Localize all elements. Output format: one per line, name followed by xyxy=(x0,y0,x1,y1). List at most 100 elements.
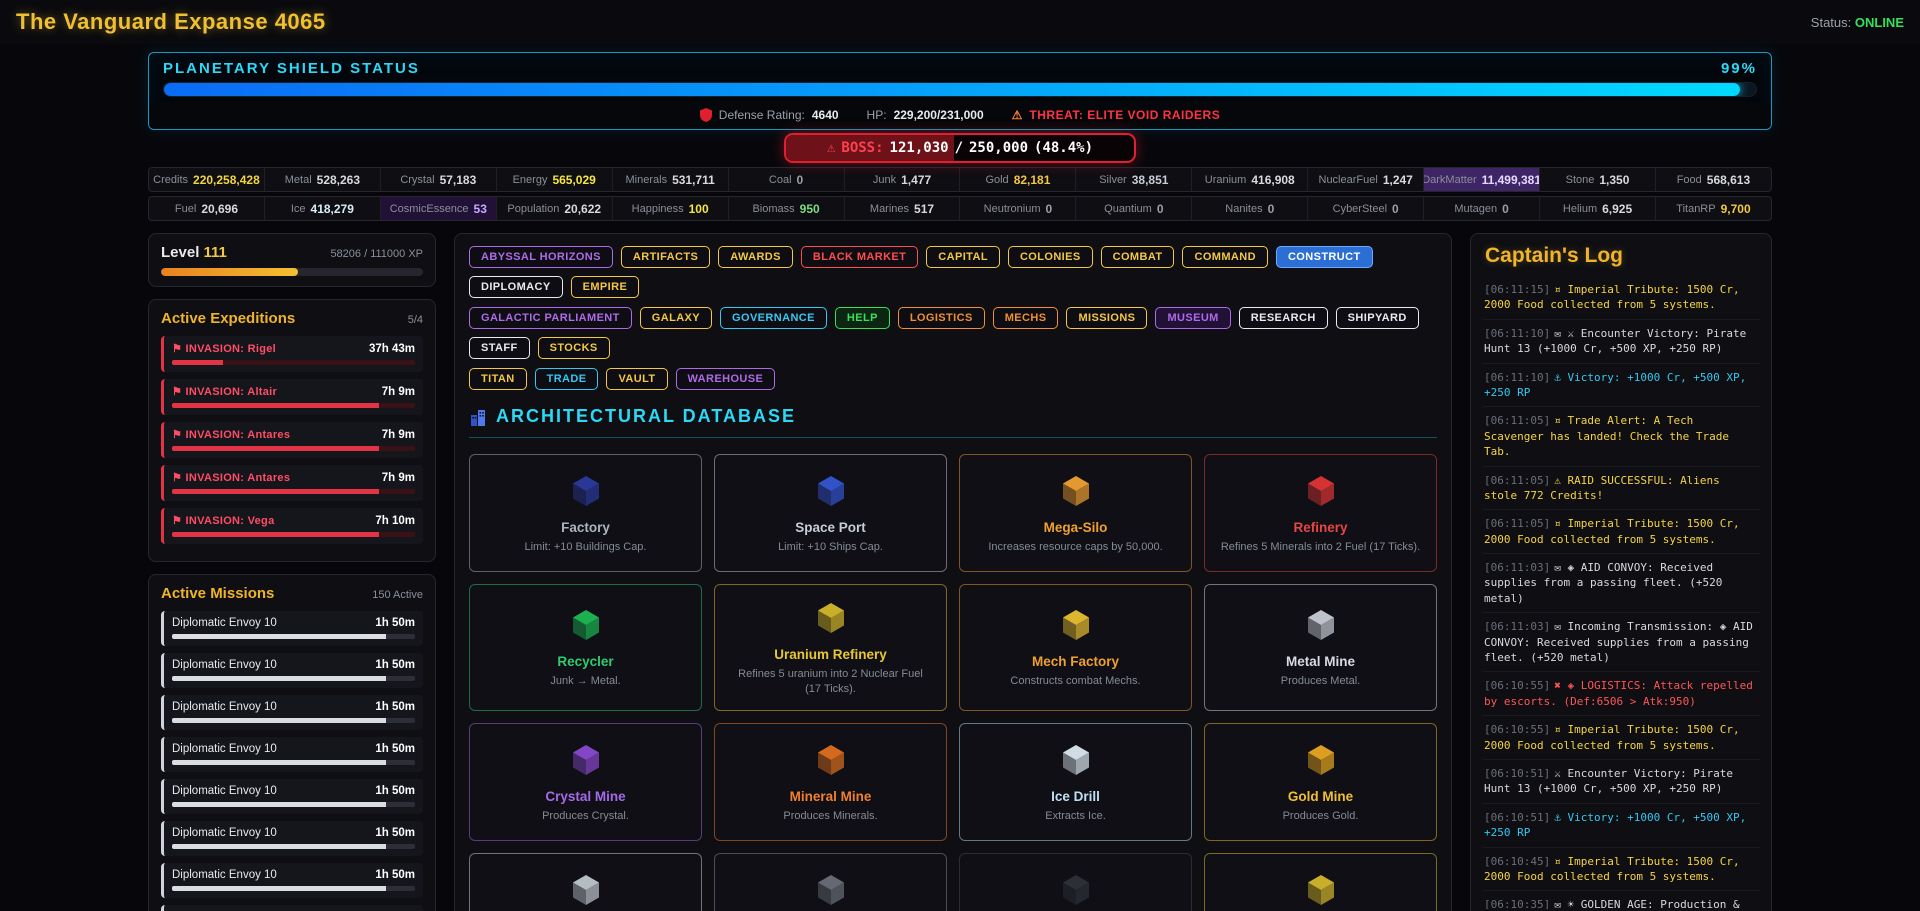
resource-label: Helium xyxy=(1563,203,1597,215)
resource-chip: TitanRP 9,700 xyxy=(1656,197,1771,220)
building-card[interactable]: Crystal Mine Produces Crystal. xyxy=(469,723,702,841)
building-card[interactable]: Metal Mine Produces Metal. xyxy=(1204,584,1437,711)
resource-label: Happiness xyxy=(632,203,684,215)
defense-shield-icon xyxy=(700,108,712,122)
building-card[interactable]: Refinery Refines 5 Minerals into 2 Fuel … xyxy=(1204,454,1437,572)
resource-label: Junk xyxy=(873,174,896,186)
nav-tab[interactable]: RESEARCH xyxy=(1239,307,1328,329)
expedition-progress-bar xyxy=(172,489,415,494)
nav-tab[interactable]: TITAN xyxy=(469,368,527,390)
nav-tab[interactable]: CAPITAL xyxy=(926,246,1000,268)
building-card[interactable]: Mech Factory Constructs combat Mechs. xyxy=(959,584,1192,711)
mission-name: Diplomatic Envoy 10 xyxy=(172,785,277,797)
mission-progress-fill xyxy=(172,676,386,681)
resource-chip: Mutagen 0 xyxy=(1424,197,1540,220)
xp-counter: 58206 / 111000 XP xyxy=(330,248,423,260)
app-title: The Vanguard Expanse 4065 xyxy=(16,9,326,35)
building-card[interactable]: Mega-Silo Increases resource caps by 50,… xyxy=(959,454,1192,572)
building-card[interactable]: Ice Drill Extracts Ice. xyxy=(959,723,1192,841)
building-card[interactable]: Silver Mine Produces Silver. xyxy=(469,853,702,911)
resource-chip: DarkMatter 11,499,381 xyxy=(1424,168,1540,191)
building-card[interactable]: Stone Mine Produces Stone. xyxy=(714,853,947,911)
nav-tab[interactable]: LOGISTICS xyxy=(898,307,985,329)
mission-item: Diplomatic Envoy 10 1h 50m xyxy=(161,611,423,646)
mission-progress-fill xyxy=(172,886,386,891)
nav-tab[interactable]: BLACK MARKET xyxy=(801,246,918,268)
building-card[interactable]: Factory Limit: +10 Buildings Cap. xyxy=(469,454,702,572)
building-name: Mega-Silo xyxy=(1044,520,1108,535)
missions-list: Diplomatic Envoy 10 1h 50m Diplomatic En… xyxy=(161,611,423,911)
building-card[interactable]: Coal Mine Produces Coal. xyxy=(959,853,1192,911)
nav-tab[interactable]: COMBAT xyxy=(1101,246,1175,268)
mission-progress-fill xyxy=(172,634,386,639)
building-card[interactable]: Space Port Limit: +10 Ships Cap. xyxy=(714,454,947,572)
nav-tab[interactable]: MUSEUM xyxy=(1155,307,1230,329)
mission-progress-bar xyxy=(172,802,415,807)
mission-time: 1h 50m xyxy=(375,785,415,797)
log-entry: [06:11:15]¤ Imperial Tribute: 1500 Cr, 2… xyxy=(1483,276,1760,320)
captains-log-list[interactable]: [06:11:15]¤ Imperial Tribute: 1500 Cr, 2… xyxy=(1483,276,1766,909)
nav-tab[interactable]: MECHS xyxy=(993,307,1059,329)
resource-label: Neutronium xyxy=(984,203,1041,215)
resource-label: DarkMatter xyxy=(1424,174,1476,186)
nav-tab[interactable]: STOCKS xyxy=(538,337,610,359)
building-description: Increases resource caps by 50,000. xyxy=(988,540,1162,555)
nav-tab[interactable]: MISSIONS xyxy=(1066,307,1147,329)
main-content-panel: ABYSSAL HORIZONS ARTIFACTS AWARDS BLACK … xyxy=(454,233,1452,911)
building-description: Limit: +10 Ships Cap. xyxy=(778,540,883,555)
building-name: Metal Mine xyxy=(1286,654,1355,669)
resource-chip: Uranium 416,908 xyxy=(1192,168,1308,191)
nav-tab[interactable]: COLONIES xyxy=(1008,246,1093,268)
expedition-time: 7h 9m xyxy=(382,472,415,484)
nav-tab[interactable]: WAREHOUSE xyxy=(676,368,776,390)
defense-rating-value: 4640 xyxy=(812,108,839,122)
resource-value: 1,247 xyxy=(1383,173,1413,187)
nav-tab[interactable]: CONSTRUCT xyxy=(1276,246,1373,268)
mission-time: 1h 50m xyxy=(375,869,415,881)
building-card[interactable]: Uranium Refinery Refines 5 uranium into … xyxy=(714,584,947,711)
resource-value: 416,908 xyxy=(1251,173,1294,187)
resource-value: 0 xyxy=(1157,202,1164,216)
resource-label: Metal xyxy=(285,174,312,186)
nav-tab[interactable]: COMMAND xyxy=(1182,246,1267,268)
building-card[interactable]: Recycler Junk → Metal. xyxy=(469,584,702,711)
log-entry: [06:11:05]¤ Imperial Tribute: 1500 Cr, 2… xyxy=(1483,510,1760,554)
building-card[interactable]: Gold Mine Produces Gold. xyxy=(1204,723,1437,841)
resource-chip: CyberSteel 0 xyxy=(1308,197,1424,220)
nav-tab[interactable]: EMPIRE xyxy=(571,276,640,298)
mission-time: 1h 50m xyxy=(375,743,415,755)
expedition-progress-fill xyxy=(172,403,379,408)
nav-tab[interactable]: VAULT xyxy=(606,368,667,390)
building-card[interactable]: Uranium Mine Produces Uranium Ore. xyxy=(1204,853,1437,911)
building-name: Ice Drill xyxy=(1051,789,1100,804)
log-timestamp: [06:11:03] xyxy=(1484,620,1550,633)
nav-tab[interactable]: SHIPYARD xyxy=(1336,307,1419,329)
level-title: Level 111 xyxy=(161,244,227,261)
nav-tab[interactable]: GALACTIC PARLIAMENT xyxy=(469,307,632,329)
resource-value: 0 xyxy=(1392,202,1399,216)
nav-tab[interactable]: TRADE xyxy=(535,368,599,390)
planetary-shield-panel: PLANETARY SHIELD STATUS 99% Defense Rati… xyxy=(148,52,1772,130)
expedition-item: ⚑ INVASION: Antares 7h 9m xyxy=(161,465,423,501)
nav-tab[interactable]: AWARDS xyxy=(718,246,793,268)
nav-tab[interactable]: GOVERNANCE xyxy=(720,307,827,329)
expedition-item: ⚑ INVASION: Antares 7h 9m xyxy=(161,422,423,458)
nav-tab[interactable]: ABYSSAL HORIZONS xyxy=(469,246,613,268)
nav-tab[interactable]: GALAXY xyxy=(640,307,712,329)
building-grid: Factory Limit: +10 Buildings Cap. Spac xyxy=(469,454,1437,911)
nav-tab[interactable]: STAFF xyxy=(469,337,530,359)
log-entry: [06:11:03]✉ Incoming Transmission: ◈ AID… xyxy=(1483,613,1760,672)
nav-tab[interactable]: ARTIFACTS xyxy=(621,246,710,268)
resource-value: 528,263 xyxy=(317,173,360,187)
resource-value: 0 xyxy=(797,173,804,187)
nav-tab[interactable]: DIPLOMACY xyxy=(469,276,563,298)
invasion-flag-icon: ⚑ xyxy=(172,515,182,527)
expedition-progress-bar xyxy=(172,446,415,451)
nav-tab[interactable]: HELP xyxy=(835,307,890,329)
building-card[interactable]: Mineral Mine Produces Minerals. xyxy=(714,723,947,841)
left-sidebar: Level 111 58206 / 111000 XP Active Exped… xyxy=(148,233,436,911)
expeditions-list: ⚑ INVASION: Rigel 37h 43m ⚑ INVASION: Al… xyxy=(161,336,423,544)
resource-bar-row-1: Credits 220,258,428 Metal 528,263 Crysta… xyxy=(148,167,1772,192)
log-timestamp: [06:11:05] xyxy=(1484,517,1550,530)
building-cube-icon xyxy=(566,870,606,910)
